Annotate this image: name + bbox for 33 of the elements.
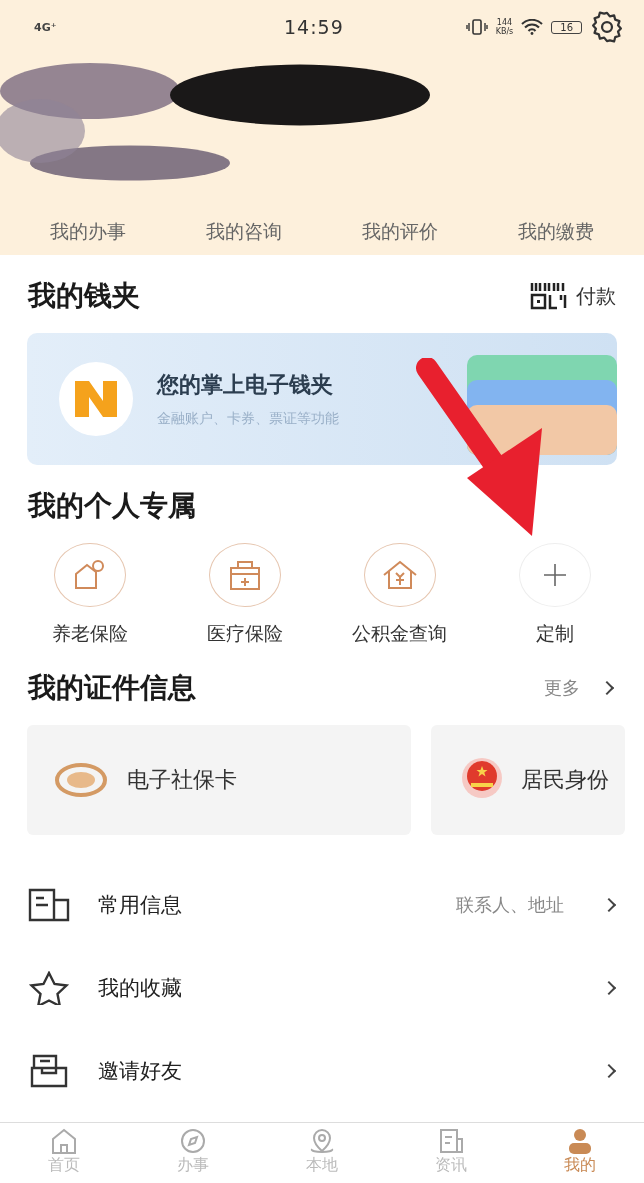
- section-title: 我的钱夹: [28, 278, 140, 314]
- inbox-icon: [28, 1053, 70, 1088]
- social-security-logo-icon: [55, 763, 107, 797]
- header-link[interactable]: 我的缴费: [518, 219, 594, 245]
- header-link[interactable]: 我的评价: [362, 219, 438, 245]
- battery-level: 16: [551, 20, 582, 34]
- wallet-banner[interactable]: 您的掌上电子钱夹 金融账户、卡券、票证等功能: [27, 333, 617, 465]
- menu-row[interactable]: 我的收藏: [0, 946, 644, 1029]
- settings-icon[interactable]: [590, 10, 624, 44]
- certificate-card[interactable]: 电子社保卡: [27, 725, 411, 835]
- shortcut-label[interactable]: 定制: [535, 621, 574, 647]
- section-title: 我的个人专属: [28, 488, 196, 524]
- menu-row[interactable]: 常用信息 联系人、地址: [0, 863, 644, 946]
- header-link[interactable]: 我的咨询: [206, 219, 282, 245]
- banner-subtitle: 金融账户、卡券、票证等功能: [157, 410, 339, 428]
- menu-row[interactable]: 邀请好友: [0, 1029, 644, 1112]
- network-indicator: 4G⁺: [34, 20, 58, 34]
- clock-time: 14:59: [284, 16, 344, 38]
- more-link[interactable]: 更多: [544, 676, 580, 700]
- network-speed: 144 KB/s: [495, 18, 514, 36]
- wifi-icon: [521, 19, 544, 35]
- shortcut-label[interactable]: 公积金查询: [352, 621, 447, 647]
- qr-code-icon: [530, 281, 568, 311]
- vibrate-icon: [465, 19, 488, 35]
- header-link[interactable]: 我的办事: [50, 219, 126, 245]
- section-title: 我的证件信息: [28, 670, 196, 706]
- certificate-card[interactable]: 居民身份: [431, 725, 625, 835]
- star-icon: [28, 970, 70, 1005]
- shortcut-label[interactable]: 医疗保险: [206, 621, 283, 647]
- pay-button[interactable]: 付款: [530, 281, 616, 311]
- card-icon: [28, 887, 70, 922]
- banner-title: 您的掌上电子钱夹: [157, 371, 334, 399]
- shortcut-label[interactable]: 养老保险: [51, 621, 128, 647]
